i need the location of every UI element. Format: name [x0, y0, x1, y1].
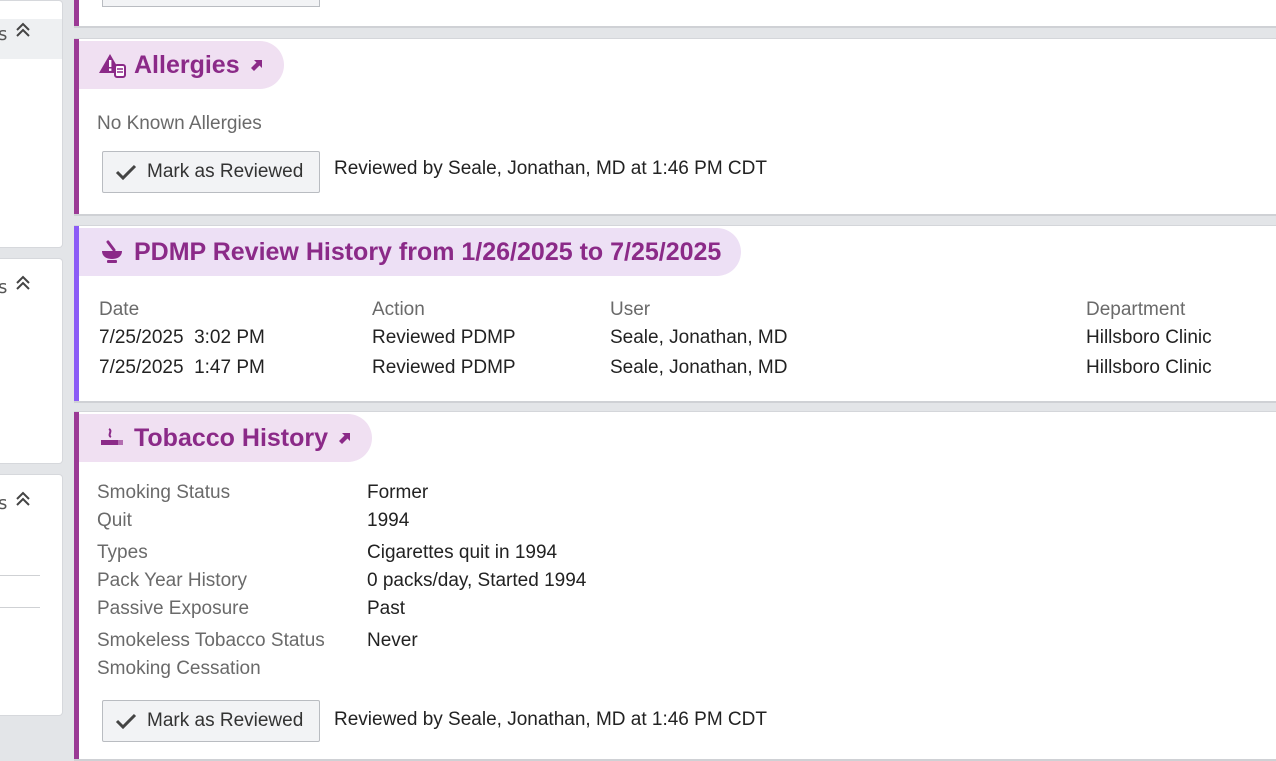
- field-value: Never: [367, 630, 418, 651]
- section-accent-bar: [74, 412, 79, 759]
- field-label: Types: [97, 542, 148, 563]
- field-value: 0 packs/day, Started 1994: [367, 570, 587, 591]
- row-user: Seale, Jonathan, MD: [610, 327, 788, 348]
- checkmark-icon: [115, 713, 137, 730]
- field-value: Past: [367, 598, 406, 619]
- mark-as-reviewed-button[interactable]: Mark as Reviewed: [102, 700, 320, 742]
- section-title: PDMP Review History from 1/26/2025 to 7/…: [134, 237, 722, 266]
- field-value: 1994: [367, 510, 410, 531]
- allergy-status: No Known Allergies: [97, 113, 262, 134]
- column-header-date: Date: [99, 299, 140, 320]
- field-label: Smoking Status: [97, 482, 231, 503]
- column-header-user: User: [610, 299, 651, 320]
- section-accent-bar: [74, 0, 79, 26]
- mortar-pestle-icon: [98, 239, 126, 265]
- row-action: Reviewed PDMP: [372, 327, 516, 348]
- divider: [0, 607, 40, 608]
- collapse-chevron-icon[interactable]: [14, 490, 32, 513]
- row-action: Reviewed PDMP: [372, 357, 516, 378]
- tobacco-header: Tobacco History: [79, 414, 373, 462]
- sidebar-section-3: s: [0, 474, 63, 716]
- collapse-chevron-icon[interactable]: [14, 274, 32, 297]
- checkmark-icon: [115, 164, 137, 181]
- allergies-card: Allergies No Known Allergies Mark as Rev…: [74, 38, 1276, 216]
- field-value: Former: [367, 482, 429, 503]
- divider: [0, 575, 40, 576]
- pdmp-card: PDMP Review History from 1/26/2025 to 7/…: [74, 225, 1276, 403]
- sidebar-section-header[interactable]: s: [0, 273, 62, 301]
- sidebar-section-header-label: s: [0, 493, 7, 514]
- collapse-chevron-icon[interactable]: [14, 21, 32, 44]
- row-department: Hillsboro Clinic: [1086, 357, 1212, 378]
- column-header-action: Action: [372, 299, 425, 320]
- reviewed-by-text: Reviewed by Seale, Jonathan, MD at 1:46 …: [334, 709, 767, 730]
- sidebar-section-header-label: s: [0, 24, 7, 45]
- allergies-header: Allergies: [79, 41, 284, 89]
- open-external-icon[interactable]: [338, 431, 352, 445]
- mark-as-reviewed-label: Mark as Reviewed: [147, 161, 304, 182]
- field-label: Smokeless Tobacco Status: [97, 630, 325, 651]
- field-value: Cigarettes quit in 1994: [367, 542, 558, 563]
- partial-button[interactable]: [102, 0, 320, 7]
- sidebar-section-header[interactable]: s: [0, 489, 62, 517]
- field-label: Pack Year History: [97, 570, 247, 591]
- row-date: 7/25/2025 3:02 PM: [99, 327, 265, 348]
- mark-as-reviewed-label: Mark as Reviewed: [147, 710, 304, 731]
- reviewed-by-text: Reviewed by Seale, Jonathan, MD at 1:46 …: [334, 158, 767, 179]
- sidebar-section-1: s: [0, 0, 63, 248]
- column-header-department: Department: [1086, 299, 1186, 320]
- pdmp-header: PDMP Review History from 1/26/2025 to 7/…: [79, 228, 742, 276]
- allergy-alert-icon: [98, 52, 126, 78]
- field-label: Quit: [97, 510, 132, 531]
- open-external-icon[interactable]: [250, 58, 264, 72]
- field-label: Passive Exposure: [97, 598, 250, 619]
- cigarette-icon: [98, 425, 126, 451]
- row-user: Seale, Jonathan, MD: [610, 357, 788, 378]
- section-title: Tobacco History: [134, 423, 329, 452]
- row-date: 7/25/2025 1:47 PM: [99, 357, 265, 378]
- row-department: Hillsboro Clinic: [1086, 327, 1212, 348]
- field-label: Smoking Cessation: [97, 658, 261, 679]
- sidebar-section-2: s: [0, 258, 63, 464]
- previous-section-card: [74, 0, 1276, 28]
- mark-as-reviewed-button[interactable]: Mark as Reviewed: [102, 151, 320, 193]
- sidebar-section-header[interactable]: s: [0, 19, 62, 59]
- tobacco-card: Tobacco History Smoking Status Former Qu…: [74, 411, 1276, 761]
- sidebar-section-header-label: s: [0, 277, 7, 298]
- section-title: Allergies: [134, 50, 240, 79]
